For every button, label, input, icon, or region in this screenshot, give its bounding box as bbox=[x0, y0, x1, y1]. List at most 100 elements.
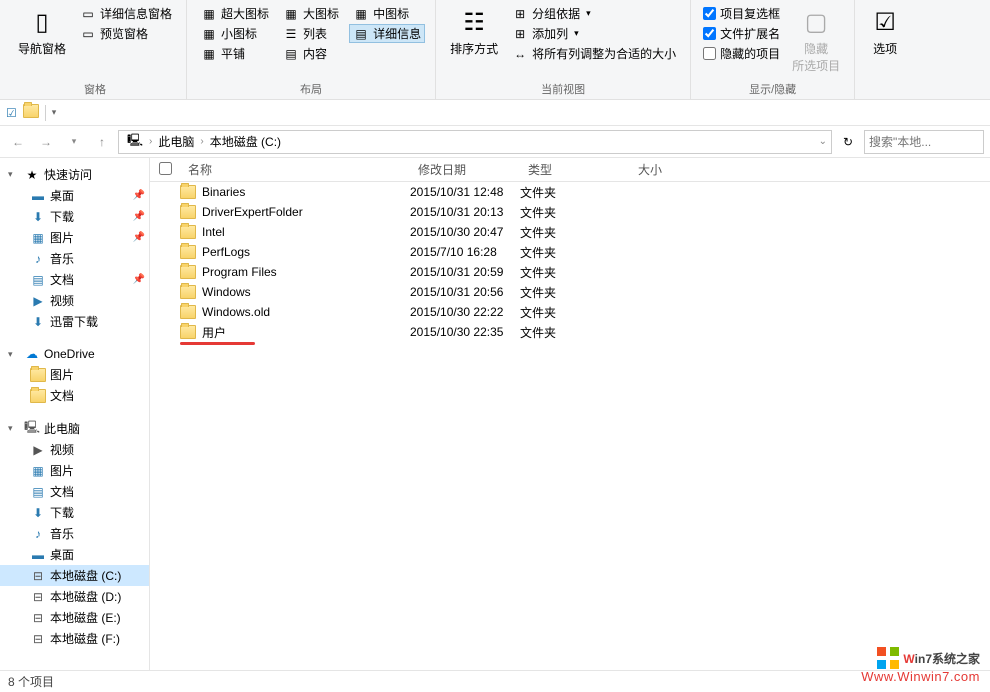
sort-button[interactable]: ☷ 排序方式 bbox=[446, 4, 502, 59]
file-type: 文件夹 bbox=[520, 264, 630, 281]
chevron-down-icon[interactable]: ▾ bbox=[8, 349, 20, 360]
breadcrumb-pc-icon[interactable]: 🖳 bbox=[123, 131, 147, 152]
sort-icon: ☷ bbox=[458, 6, 490, 38]
folder-icon bbox=[180, 205, 196, 219]
properties-icon[interactable]: ☑ bbox=[6, 106, 17, 120]
column-type[interactable]: 类型 bbox=[520, 161, 630, 178]
table-row[interactable]: Intel2015/10/30 20:47文件夹 bbox=[150, 222, 990, 242]
sidebar-desktop[interactable]: ▬桌面📌 bbox=[0, 185, 149, 206]
breadcrumb-drive[interactable]: 本地磁盘 (C:) bbox=[206, 133, 285, 150]
nav-pane-icon: ▯ bbox=[26, 6, 58, 38]
table-row[interactable]: Program Files2015/10/31 20:59文件夹 bbox=[150, 262, 990, 282]
sidebar-documents[interactable]: ▤文档📌 bbox=[0, 269, 149, 290]
sidebar-videos[interactable]: ▶视频 bbox=[0, 290, 149, 311]
sidebar-pc-documents[interactable]: ▤文档 bbox=[0, 481, 149, 502]
sidebar-drive-d[interactable]: ⊟本地磁盘 (D:) bbox=[0, 586, 149, 607]
sidebar-onedrive[interactable]: ▾☁OneDrive bbox=[0, 344, 149, 364]
search-input[interactable] bbox=[869, 135, 979, 149]
music-icon: ♪ bbox=[30, 251, 46, 267]
table-row[interactable]: Windows2015/10/31 20:56文件夹 bbox=[150, 282, 990, 302]
group-by-button[interactable]: ⊞分组依据▾ bbox=[508, 4, 680, 23]
forward-button[interactable]: → bbox=[34, 130, 58, 154]
hide-selected-button[interactable]: ▢ 隐藏 所选项目 bbox=[788, 4, 844, 76]
folder-icon[interactable] bbox=[23, 104, 39, 121]
breadcrumb-dropdown-icon[interactable]: ⌄ bbox=[819, 136, 827, 147]
detail-pane-button[interactable]: ▭详细信息窗格 bbox=[76, 4, 176, 23]
view-details[interactable]: 详细信息 bbox=[349, 24, 425, 43]
add-columns-button[interactable]: ⊞添加列▾ bbox=[508, 24, 680, 43]
column-headers: 名称 修改日期 类型 大小 bbox=[150, 158, 990, 182]
sm-icon bbox=[201, 26, 217, 42]
file-name: 用户 bbox=[202, 324, 226, 341]
view-sm-icons[interactable]: 小图标 bbox=[197, 24, 273, 43]
view-tiles[interactable]: 平铺 bbox=[197, 44, 273, 63]
refresh-button[interactable]: ↻ bbox=[836, 130, 860, 154]
column-name[interactable]: 名称 bbox=[180, 161, 410, 178]
sidebar-this-pc[interactable]: ▾🖳此电脑 bbox=[0, 418, 149, 439]
pin-icon: 📌 bbox=[133, 211, 145, 222]
checkboxes-toggle[interactable]: 项目复选框 bbox=[701, 4, 782, 23]
chevron-down-icon[interactable]: ▾ bbox=[8, 169, 20, 180]
options-icon: ☑ bbox=[869, 6, 901, 38]
table-row[interactable]: Windows.old2015/10/30 22:22文件夹 bbox=[150, 302, 990, 322]
fit-columns-button[interactable]: ↔将所有列调整为合适的大小 bbox=[508, 44, 680, 63]
nav-pane-button[interactable]: ▯ 导航窗格 bbox=[14, 4, 70, 59]
breadcrumb-pc[interactable]: 此电脑 bbox=[154, 133, 198, 150]
breadcrumb[interactable]: 🖳 › 此电脑 › 本地磁盘 (C:) ⌄ bbox=[118, 130, 832, 154]
sidebar-pc-videos[interactable]: ▶视频 bbox=[0, 439, 149, 460]
xunlei-icon: ⬇ bbox=[30, 314, 46, 330]
sidebar-downloads[interactable]: ⬇下载📌 bbox=[0, 206, 149, 227]
extensions-toggle[interactable]: 文件扩展名 bbox=[701, 24, 782, 43]
folder-icon bbox=[180, 285, 196, 299]
sidebar-pictures[interactable]: ▦图片📌 bbox=[0, 227, 149, 248]
table-row[interactable]: 用户2015/10/30 22:35文件夹 bbox=[150, 322, 990, 342]
sidebar-pc-music[interactable]: ♪音乐 bbox=[0, 523, 149, 544]
sidebar-music[interactable]: ♪音乐 bbox=[0, 248, 149, 269]
folder-icon bbox=[180, 225, 196, 239]
md-icon bbox=[353, 6, 369, 22]
hidden-items-toggle[interactable]: 隐藏的项目 bbox=[701, 44, 782, 63]
lg-icon bbox=[283, 6, 299, 22]
view-list[interactable]: 列表 bbox=[279, 24, 343, 43]
file-date: 2015/10/31 20:56 bbox=[410, 285, 520, 299]
item-count: 8 个项目 bbox=[8, 673, 54, 690]
sidebar-pc-pictures[interactable]: ▦图片 bbox=[0, 460, 149, 481]
back-button[interactable]: ← bbox=[6, 130, 30, 154]
select-all-checkbox[interactable] bbox=[150, 162, 180, 178]
sidebar-pc-desktop[interactable]: ▬桌面 bbox=[0, 544, 149, 565]
column-date[interactable]: 修改日期 bbox=[410, 161, 520, 178]
search-box[interactable] bbox=[864, 130, 984, 154]
options-label: 选项 bbox=[873, 40, 897, 57]
table-row[interactable]: Binaries2015/10/31 12:48文件夹 bbox=[150, 182, 990, 202]
column-size[interactable]: 大小 bbox=[630, 161, 730, 178]
view-lg-icons[interactable]: 大图标 bbox=[279, 4, 343, 23]
sidebar-xunlei[interactable]: ⬇迅雷下载 bbox=[0, 311, 149, 332]
options-button[interactable]: ☑ 选项 bbox=[865, 4, 905, 59]
folder-icon bbox=[180, 325, 196, 339]
folder-icon bbox=[180, 305, 196, 319]
up-button[interactable]: ↑ bbox=[90, 130, 114, 154]
desktop-icon: ▬ bbox=[30, 188, 46, 204]
current-view-group-label: 当前视图 bbox=[446, 79, 680, 97]
table-row[interactable]: DriverExpertFolder2015/10/31 20:13文件夹 bbox=[150, 202, 990, 222]
sidebar-od-documents[interactable]: 文档 bbox=[0, 385, 149, 406]
chevron-down-icon[interactable]: ▾ bbox=[8, 423, 20, 434]
layout-group-label: 布局 bbox=[197, 79, 425, 97]
recent-dropdown[interactable]: ▾ bbox=[62, 130, 86, 154]
sidebar-drive-f[interactable]: ⊟本地磁盘 (F:) bbox=[0, 628, 149, 649]
view-md-icons[interactable]: 中图标 bbox=[349, 4, 425, 23]
table-row[interactable]: PerfLogs2015/7/10 16:28文件夹 bbox=[150, 242, 990, 262]
add-col-icon: ⊞ bbox=[512, 26, 528, 42]
sidebar-pc-downloads[interactable]: ⬇下载 bbox=[0, 502, 149, 523]
file-type: 文件夹 bbox=[520, 284, 630, 301]
sidebar-od-pictures[interactable]: 图片 bbox=[0, 364, 149, 385]
sidebar-quick-access[interactable]: ▾★快速访问 bbox=[0, 164, 149, 185]
nav-sidebar[interactable]: ▾★快速访问 ▬桌面📌 ⬇下载📌 ▦图片📌 ♪音乐 ▤文档📌 ▶视频 ⬇迅雷下载… bbox=[0, 158, 150, 670]
sidebar-drive-e[interactable]: ⊟本地磁盘 (E:) bbox=[0, 607, 149, 628]
sidebar-drive-c[interactable]: ⊟本地磁盘 (C:) bbox=[0, 565, 149, 586]
dropdown-icon[interactable]: ▾ bbox=[52, 107, 57, 118]
view-xl-icons[interactable]: 超大图标 bbox=[197, 4, 273, 23]
file-type: 文件夹 bbox=[520, 244, 630, 261]
preview-pane-button[interactable]: ▭预览窗格 bbox=[76, 24, 176, 43]
view-content[interactable]: 内容 bbox=[279, 44, 343, 63]
